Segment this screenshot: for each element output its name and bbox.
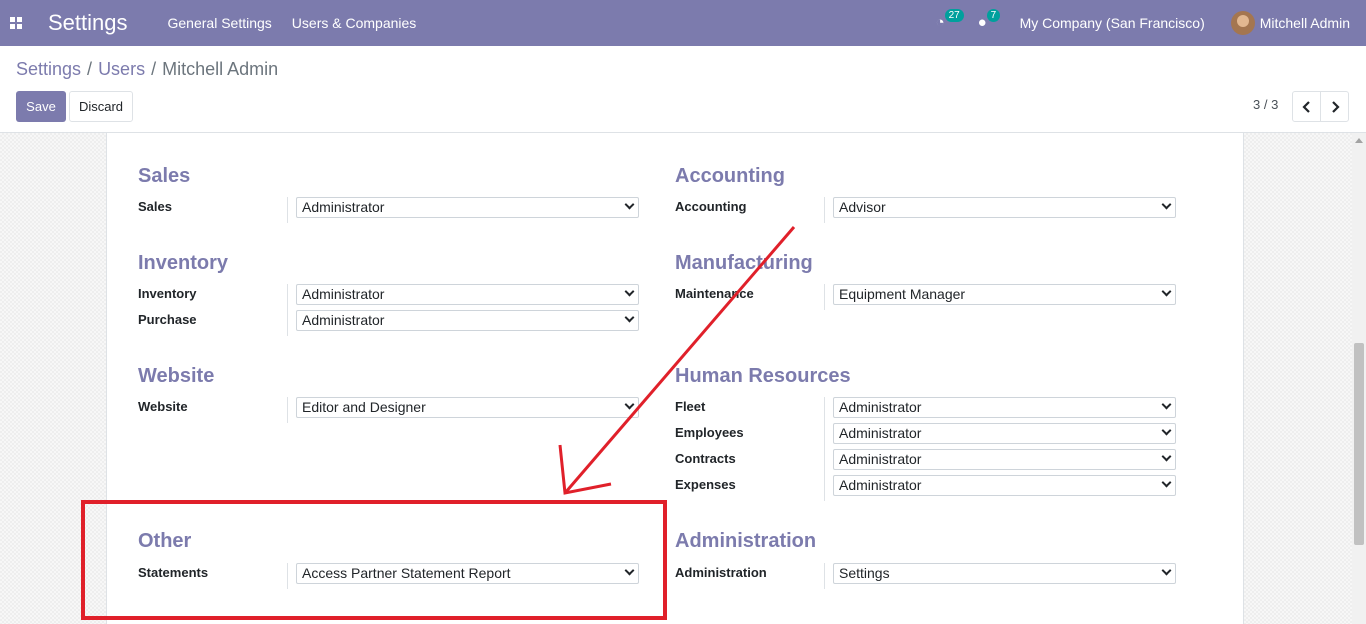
discard-button[interactable]: Discard <box>69 91 133 122</box>
chevron-down-icon <box>624 199 635 210</box>
menu-users-companies[interactable]: Users & Companies <box>292 15 417 31</box>
label-divider <box>824 197 825 223</box>
label-accounting: Accounting <box>675 199 747 214</box>
chevron-down-icon <box>1161 399 1172 410</box>
breadcrumb-separator: / <box>151 59 157 79</box>
group-title-other: Other <box>138 530 192 552</box>
label-employees: Employees <box>675 425 744 440</box>
select-value: Equipment Manager <box>839 286 966 302</box>
label-divider <box>287 397 288 423</box>
label-administration: Administration <box>675 565 767 580</box>
chevron-down-icon <box>1161 451 1172 462</box>
chevron-down-icon <box>624 399 635 410</box>
apps-icon[interactable] <box>0 0 32 46</box>
breadcrumb: Settings / Users / Mitchell Admin <box>16 59 278 80</box>
group-title-manufacturing: Manufacturing <box>675 252 813 274</box>
chevron-left-icon <box>1301 100 1310 113</box>
activity-icon: ◔ <box>935 14 945 31</box>
select-value: Administrator <box>839 451 922 467</box>
chevron-right-icon <box>1331 100 1340 113</box>
select-contracts[interactable]: Administrator <box>833 449 1176 470</box>
label-divider <box>287 284 288 336</box>
label-website: Website <box>138 399 188 414</box>
top-navbar: Settings General Settings Users & Compan… <box>0 0 1366 46</box>
breadcrumb-users[interactable]: Users <box>98 59 145 79</box>
label-contracts: Contracts <box>675 451 736 466</box>
group-title-sales: Sales <box>138 165 191 187</box>
select-value: Access Partner Statement Report <box>302 565 511 581</box>
avatar[interactable] <box>1230 11 1255 35</box>
select-value: Administrator <box>839 425 922 441</box>
select-maintenance[interactable]: Equipment Manager <box>833 284 1176 305</box>
app-title[interactable]: Settings <box>48 10 128 36</box>
messages-button[interactable]: ● 7 <box>977 9 1001 33</box>
activity-button[interactable]: ◔ 27 <box>935 9 964 33</box>
label-divider <box>287 197 288 223</box>
label-purchase: Purchase <box>138 312 197 327</box>
scrollbar-thumb[interactable] <box>1354 343 1364 545</box>
breadcrumb-current: Mitchell Admin <box>162 59 279 79</box>
chevron-down-icon <box>624 565 635 576</box>
chevron-down-icon <box>1161 286 1172 297</box>
chevron-down-icon <box>1161 477 1172 488</box>
company-switcher[interactable]: My Company (San Francisco) <box>1020 15 1205 31</box>
chevron-down-icon <box>1161 565 1172 576</box>
select-expenses[interactable]: Administrator <box>833 475 1176 496</box>
label-expenses: Expenses <box>675 477 736 492</box>
select-sales[interactable]: Administrator <box>296 197 639 218</box>
select-value: Administrator <box>302 286 385 302</box>
select-inventory[interactable]: Administrator <box>296 284 639 305</box>
menu-general-settings[interactable]: General Settings <box>168 15 272 31</box>
label-divider <box>824 397 825 501</box>
save-button[interactable]: Save <box>16 91 66 122</box>
chevron-down-icon <box>624 312 635 323</box>
group-title-accounting: Accounting <box>675 165 785 187</box>
chevron-down-icon <box>1161 199 1172 210</box>
select-website[interactable]: Editor and Designer <box>296 397 639 418</box>
control-panel: Settings / Users / Mitchell Admin Save Disca… <box>0 46 1366 133</box>
group-title-website: Website <box>138 365 215 387</box>
label-maintenance: Maintenance <box>675 286 754 301</box>
label-divider <box>824 284 825 310</box>
select-value: Advisor <box>839 199 886 215</box>
label-divider <box>287 563 288 589</box>
select-purchase[interactable]: Administrator <box>296 310 639 331</box>
select-value: Administrator <box>302 199 385 215</box>
label-inventory: Inventory <box>138 286 197 301</box>
pager-next-button[interactable] <box>1320 91 1349 122</box>
breadcrumb-settings[interactable]: Settings <box>16 59 81 79</box>
message-count-badge: 7 <box>986 9 1001 22</box>
label-sales: Sales <box>138 199 172 214</box>
pager-value: 3 / 3 <box>1253 97 1279 112</box>
group-title-inventory: Inventory <box>138 252 229 274</box>
select-employees[interactable]: Administrator <box>833 423 1176 444</box>
chevron-down-icon <box>624 286 635 297</box>
pager-previous-button[interactable] <box>1292 91 1321 122</box>
select-fleet[interactable]: Administrator <box>833 397 1176 418</box>
group-title-administration: Administration <box>675 530 817 552</box>
label-divider <box>824 563 825 589</box>
select-statements[interactable]: Access Partner Statement Report <box>296 563 639 584</box>
select-value: Administrator <box>839 399 922 415</box>
select-value: Settings <box>839 565 890 581</box>
select-accounting[interactable]: Advisor <box>833 197 1176 218</box>
label-fleet: Fleet <box>675 399 706 414</box>
group-title-human-resources: Human Resources <box>675 365 851 387</box>
select-administration[interactable]: Settings <box>833 563 1176 584</box>
select-value: Editor and Designer <box>302 399 426 415</box>
breadcrumb-separator: / <box>87 59 93 79</box>
user-menu[interactable]: Mitchell Admin <box>1260 15 1350 31</box>
chevron-down-icon <box>1161 425 1172 436</box>
label-statements: Statements <box>138 565 209 580</box>
select-value: Administrator <box>302 312 385 328</box>
vertical-scrollbar[interactable] <box>1352 133 1366 624</box>
select-value: Administrator <box>839 477 922 493</box>
activity-count-badge: 27 <box>944 9 964 22</box>
chat-icon: ● <box>977 14 987 31</box>
scroll-up-arrow-icon[interactable] <box>1355 138 1363 143</box>
